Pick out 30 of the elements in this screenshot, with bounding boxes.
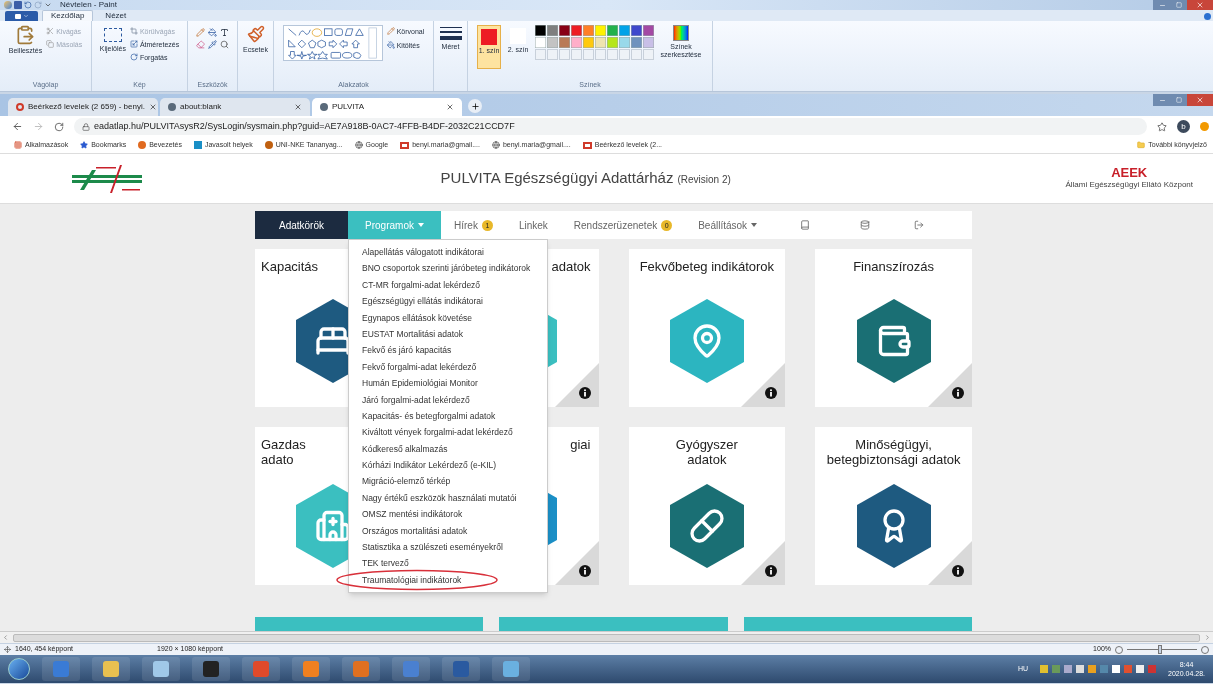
address-bar[interactable]: eadatlap.hu/PULVITAsysR2/SysLogin/sysmain.php?guid=AE7A918B-0AC7-4FFB-B4DF-2032C21CCD7F	[74, 118, 1147, 135]
card-title: Fekvőbeteg indikátorok	[639, 259, 775, 274]
card-title: Gazdas	[261, 437, 306, 452]
card-title: giai	[570, 437, 591, 452]
menu-item[interactable]: Kapacitás- és betegforgalmi adatok	[349, 407, 547, 425]
org-logo: AEEK	[1111, 166, 1148, 179]
nav-tab[interactable]: Beállítások	[685, 211, 771, 239]
category-card[interactable]: Finanszírozás	[815, 249, 972, 407]
page-title: PULVITA Egészségügyi Adattárház	[440, 168, 674, 189]
card-title: adatok	[687, 452, 727, 467]
revision-label: (Revision 2)	[677, 173, 731, 188]
browser-tab[interactable]: PULVITA	[312, 98, 462, 116]
browser-tab[interactable]: about:blank	[160, 98, 310, 116]
nav-tab[interactable]: Linkek	[505, 211, 561, 239]
nav-tab[interactable]: Adatkörök	[255, 211, 348, 239]
profile-avatar[interactable]: b	[1177, 120, 1190, 133]
category-card[interactable]: Minőségügyi, betegbiztonsági adatok	[815, 427, 972, 585]
window-title: Névtelen - Paint	[60, 1, 117, 9]
card-title: Finanszírozás	[853, 259, 935, 274]
card-title: adato	[261, 452, 294, 467]
card-title: Minőségügyi,	[855, 437, 932, 452]
card-title: betegbiztonsági adatok	[826, 452, 961, 467]
card-title: adatok	[551, 259, 591, 274]
org-name: Állami Egészségügyi Ellátó Központ	[1065, 179, 1193, 191]
card-title: Gyógyszer	[675, 437, 738, 452]
browser-tab[interactable]: Beérkező levelek (2 659) - benyi.	[8, 98, 158, 116]
ribbon-tab[interactable]: Nézet	[97, 10, 135, 21]
card-title: Kapacitás	[261, 259, 319, 274]
category-card[interactable]: Gyógyszer adatok	[628, 427, 786, 585]
category-card[interactable]: Fekvőbeteg indikátorok	[628, 249, 786, 407]
